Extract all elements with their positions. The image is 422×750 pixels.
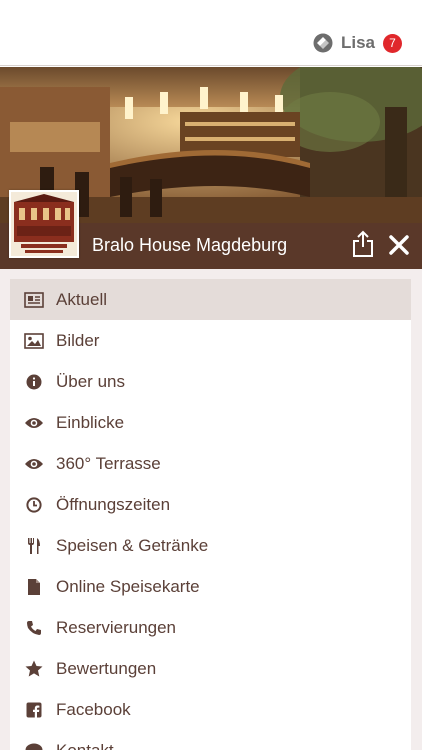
user-name[interactable]: Lisa: [341, 33, 375, 53]
menu-item-facebook[interactable]: Facebook: [10, 689, 411, 730]
menu-item-online-speisekarte[interactable]: Online Speisekarte: [10, 566, 411, 607]
cutlery-icon: [24, 536, 44, 556]
menu-item-360-terrasse[interactable]: 360° Terrasse: [10, 443, 411, 484]
menu-item-label: Öffnungszeiten: [56, 494, 171, 514]
chat-icon: [24, 741, 44, 750]
star-icon: [24, 659, 44, 679]
menu-item-reservierungen[interactable]: Reservierungen: [10, 607, 411, 648]
menu-item-label: Kontakt: [56, 740, 114, 750]
menu-item-label: Bewertungen: [56, 658, 157, 678]
info-icon: [24, 372, 44, 392]
app-logo-icon: [313, 33, 333, 53]
venue-logo: [9, 190, 79, 258]
eye-icon: [24, 454, 44, 474]
eye-icon: [24, 413, 44, 433]
close-icon[interactable]: [386, 232, 412, 258]
menu-item-aktuell[interactable]: Aktuell: [10, 279, 411, 320]
menu-item-label: Online Speisekarte: [56, 576, 200, 596]
menu-item-label: Speisen & Getränke: [56, 535, 209, 555]
menu-item-bewertungen[interactable]: Bewertungen: [10, 648, 411, 689]
navigation-menu: Aktuell Bilder Über uns Einblicke 360° T: [10, 279, 411, 750]
menu-item-ueber-uns[interactable]: Über uns: [10, 361, 411, 402]
share-icon[interactable]: [350, 229, 376, 259]
menu-item-label: 360° Terrasse: [56, 453, 161, 473]
menu-item-label: Reservierungen: [56, 617, 177, 637]
menu-item-speisen-getraenke[interactable]: Speisen & Getränke: [10, 525, 411, 566]
menu-item-bilder[interactable]: Bilder: [10, 320, 411, 361]
menu-item-label: Über uns: [56, 371, 125, 391]
phone-icon: [24, 618, 44, 638]
menu-background: Aktuell Bilder Über uns Einblicke 360° T: [0, 269, 422, 750]
notification-badge[interactable]: 7: [383, 33, 402, 53]
menu-item-kontakt[interactable]: Kontakt: [10, 730, 411, 750]
facebook-icon: [24, 700, 44, 720]
image-icon: [24, 331, 44, 351]
venue-title: Bralo House Magdeburg: [92, 235, 288, 255]
newspaper-icon: [24, 290, 44, 310]
menu-item-oeffnungszeiten[interactable]: Öffnungszeiten: [10, 484, 411, 525]
menu-item-label: Aktuell: [56, 289, 108, 309]
top-bar: Lisa 7: [0, 0, 422, 66]
menu-item-label: Bilder: [56, 330, 100, 350]
user-menu[interactable]: Lisa 7: [313, 33, 402, 53]
menu-item-label: Facebook: [56, 699, 131, 719]
menu-item-label: Einblicke: [56, 412, 125, 432]
menu-item-einblicke[interactable]: Einblicke: [10, 402, 411, 443]
document-icon: [24, 577, 44, 597]
clock-icon: [24, 495, 44, 515]
